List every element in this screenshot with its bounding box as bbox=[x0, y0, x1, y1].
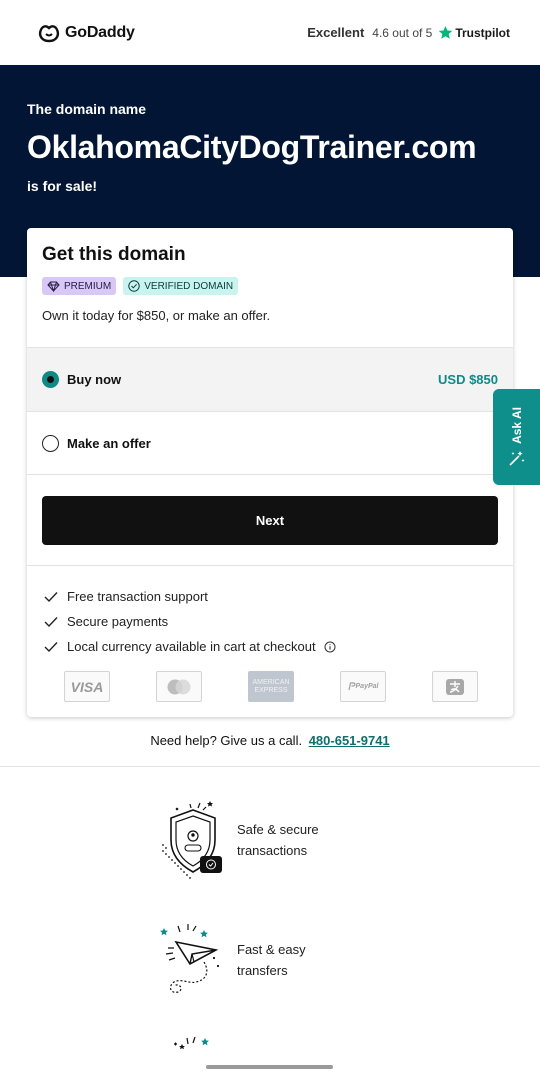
make-offer-radio[interactable] bbox=[42, 435, 59, 452]
paypal-logo-text: PayPal bbox=[355, 683, 379, 690]
diamond-icon bbox=[47, 281, 60, 292]
hero-intro: The domain name bbox=[27, 101, 147, 117]
premium-badge-label: PREMIUM bbox=[64, 280, 112, 292]
check-icon bbox=[44, 616, 58, 627]
phone-link[interactable]: 480-651-9741 bbox=[309, 733, 390, 748]
ask-ai-label: Ask AI bbox=[509, 406, 524, 444]
perk-third bbox=[160, 1030, 226, 1080]
info-icon[interactable] bbox=[324, 641, 336, 653]
godaddy-logo[interactable]: GoDaddy bbox=[38, 23, 135, 43]
amex-logo-text-1: AMERICAN bbox=[252, 678, 290, 686]
ask-ai-button[interactable]: Ask AI bbox=[493, 389, 540, 485]
next-button-area: Next bbox=[27, 474, 513, 566]
feature-item: Free transaction support bbox=[42, 584, 336, 609]
buy-now-radio[interactable] bbox=[42, 371, 59, 388]
rating-label: Excellent bbox=[307, 25, 365, 40]
verified-check-icon bbox=[128, 280, 140, 292]
rating-score: 4.6 out of 5 bbox=[372, 25, 433, 40]
section-divider bbox=[0, 766, 540, 767]
offer-text: Own it today for $850, or make an offer. bbox=[42, 308, 271, 323]
perk-fast-transfers: Fast & easy transfers bbox=[160, 920, 347, 1000]
paper-plane-icon bbox=[160, 924, 220, 993]
paypal-logo: PayPal bbox=[340, 671, 386, 702]
payment-methods: VISA AMERICAN EXPRESS PayPal bbox=[64, 671, 478, 702]
buy-now-option[interactable]: Buy now USD $850 bbox=[27, 347, 513, 411]
trustpilot-rating[interactable]: Excellent 4.6 out of 5 Trustpilot bbox=[307, 25, 510, 40]
domain-name: OklahomaCityDogTrainer.com bbox=[27, 129, 477, 165]
buy-now-price: USD $850 bbox=[438, 372, 498, 387]
card-title: Get this domain bbox=[42, 244, 186, 265]
for-sale-text: is for sale! bbox=[27, 178, 98, 194]
amex-logo: AMERICAN EXPRESS bbox=[248, 671, 294, 702]
next-button[interactable]: Next bbox=[42, 496, 498, 545]
trustpilot-name: Trustpilot bbox=[455, 25, 510, 40]
logo-text: GoDaddy bbox=[65, 23, 135, 41]
alipay-logo bbox=[432, 671, 478, 702]
verified-badge: VERIFIED DOMAIN bbox=[123, 277, 239, 295]
visa-logo-text: VISA bbox=[70, 678, 104, 695]
feature-item: Local currency available in cart at chec… bbox=[42, 634, 336, 659]
check-icon bbox=[44, 641, 58, 652]
amex-logo-text-2: EXPRESS bbox=[254, 686, 288, 694]
feature-text: Free transaction support bbox=[67, 589, 208, 604]
make-offer-option[interactable]: Make an offer bbox=[27, 411, 513, 475]
perk-safe-secure: Safe & secure transactions bbox=[160, 800, 347, 880]
make-offer-label: Make an offer bbox=[67, 436, 151, 451]
perk-text: Fast & easy transfers bbox=[237, 942, 306, 978]
home-indicator bbox=[206, 1065, 333, 1069]
card-header: Get this domain PREMIUM VERIFIED DOMAIN … bbox=[27, 228, 513, 347]
feature-list: Free transaction support Secure payments… bbox=[42, 584, 336, 659]
feature-text: Local currency available in cart at chec… bbox=[67, 639, 316, 654]
help-text: Need help? Give us a call. bbox=[150, 733, 303, 748]
magic-wand-icon bbox=[508, 451, 524, 467]
mastercard-logo bbox=[156, 671, 202, 702]
sparkle-icon bbox=[174, 1036, 209, 1050]
feature-text: Secure payments bbox=[67, 614, 169, 629]
feature-item: Secure payments bbox=[42, 609, 336, 634]
buy-now-label: Buy now bbox=[67, 372, 122, 387]
help-line: Need help? Give us a call. 480-651-9741 bbox=[0, 733, 540, 748]
trustpilot-star-icon bbox=[439, 25, 453, 39]
top-bar: GoDaddy Excellent 4.6 out of 5 Trustpilo… bbox=[0, 0, 540, 65]
check-icon bbox=[44, 591, 58, 602]
godaddy-logo-icon bbox=[38, 24, 60, 42]
badge-row: PREMIUM VERIFIED DOMAIN bbox=[42, 277, 498, 295]
verified-badge-label: VERIFIED DOMAIN bbox=[144, 280, 234, 292]
premium-badge: PREMIUM bbox=[42, 277, 117, 295]
perk-text: Safe & secure transactions bbox=[237, 822, 319, 858]
visa-logo: VISA bbox=[64, 671, 110, 702]
shield-icon bbox=[162, 801, 222, 879]
purchase-card: Get this domain PREMIUM VERIFIED DOMAIN … bbox=[27, 228, 513, 717]
